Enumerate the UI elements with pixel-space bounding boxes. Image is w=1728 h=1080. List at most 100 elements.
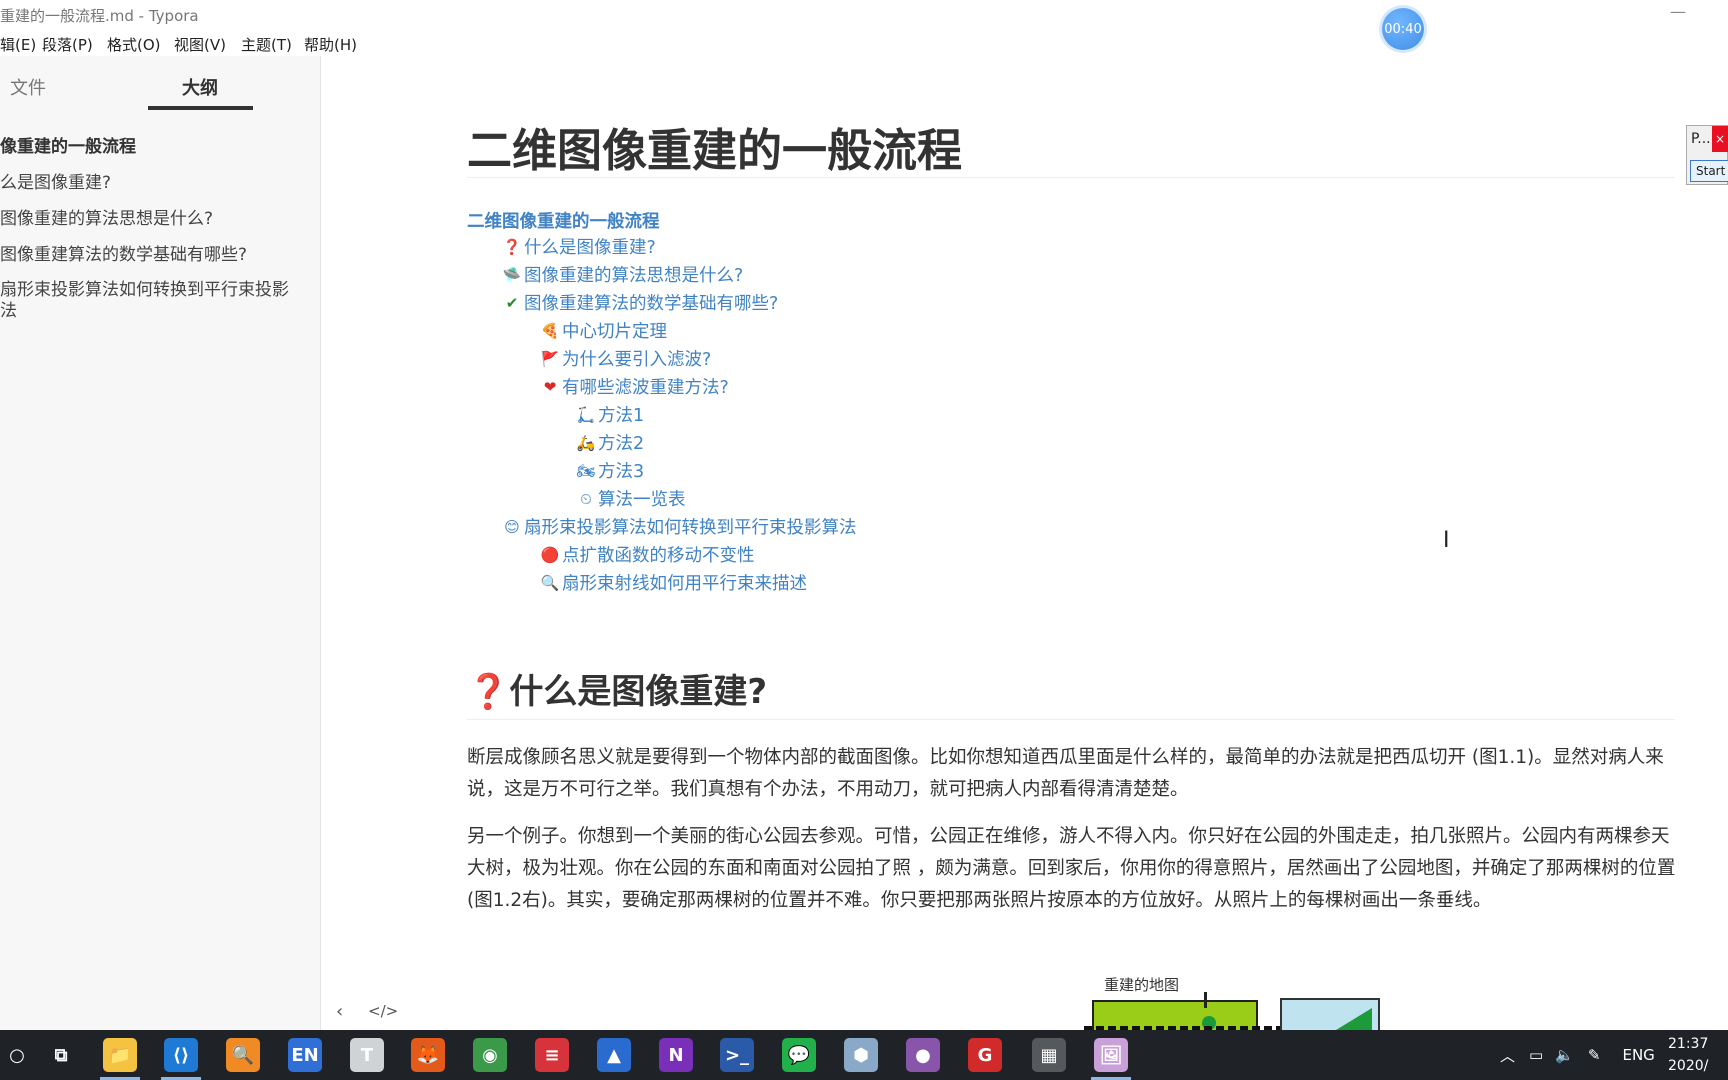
toc-link[interactable]: 🚩 为什么要引入滤波? — [540, 346, 712, 371]
outline-item[interactable]: 像重建的一般流程 — [0, 132, 136, 157]
onenote-icon[interactable]: N — [659, 1038, 693, 1072]
toc-link-text: 二维图像重建的一般流程 — [467, 212, 660, 232]
section-divider — [467, 719, 1675, 720]
motor-scooter-icon: 🛵 — [576, 433, 596, 452]
vscode-icon[interactable]: ⟨⟩ — [164, 1038, 198, 1072]
menu-help[interactable]: 帮助(H) — [304, 34, 357, 55]
paragraph: 另一个例子。你想到一个美丽的街心公园去参观。可惜，公园正在维修，游人不得入内。你… — [467, 826, 1676, 911]
tab-outline[interactable]: 大纲 — [182, 74, 218, 100]
active-tab-indicator — [148, 106, 253, 110]
language-indicator[interactable]: ENG — [1622, 1046, 1654, 1064]
paragraph: 断层成像顾名思义就是要得到一个物体内部的截面图像。比如你想知道西瓜里面是什么样的… — [467, 747, 1664, 800]
toc-link-text: 方法2 — [598, 434, 645, 454]
cube-app-icon[interactable]: ⬢ — [844, 1038, 878, 1072]
menu-bar: 辑(E) 段落(P) 格式(O) 视图(V) 主题(T) 帮助(H) — [0, 30, 1728, 56]
menu-view[interactable]: 视图(V) — [174, 34, 226, 55]
reconstructed-map-figure — [1084, 992, 1284, 1030]
question-mark-icon: ❓ — [467, 672, 510, 712]
pen-icon[interactable]: ✎ — [1588, 1046, 1601, 1064]
flying-saucer-icon: 🛸 — [502, 265, 522, 284]
outline-item[interactable]: 图像重建的算法思想是什么? — [0, 204, 213, 229]
pizza-icon: 🍕 — [540, 321, 560, 340]
source-mode-toggle[interactable]: </> — [368, 1002, 398, 1020]
toc-link-text: 算法一览表 — [598, 490, 686, 510]
toc-link[interactable]: ✔ 图像重建算法的数学基础有哪些? — [502, 290, 779, 315]
outline-item[interactable]: 扇形束投影算法如何转换到平行束投影 — [0, 275, 289, 300]
toc-link-text: 中心切片定理 — [562, 322, 667, 342]
menu-theme[interactable]: 主题(T) — [241, 34, 292, 55]
toc-link[interactable]: 🛸 图像重建的算法思想是什么? — [502, 262, 744, 287]
menu-edit[interactable]: 辑(E) — [0, 34, 36, 55]
magnifier-icon: 🔍 — [540, 573, 560, 592]
photos-icon[interactable]: 🖼 — [1094, 1038, 1128, 1072]
toc-link-text: 图像重建的算法思想是什么? — [524, 266, 744, 286]
motorcycle-icon: 🏍 — [576, 461, 596, 480]
outline-item[interactable]: 图像重建算法的数学基础有哪些? — [0, 240, 247, 265]
clock-time: 21:37 — [1668, 1036, 1709, 1052]
menu-format[interactable]: 格式(O) — [107, 34, 161, 55]
heart-icon: ❤ — [543, 377, 557, 396]
matlab-icon[interactable]: ▲ — [597, 1038, 631, 1072]
photo-figure — [1280, 998, 1380, 1030]
map-marker — [1204, 992, 1207, 1008]
powershell-icon[interactable]: >_ — [720, 1038, 754, 1072]
floating-panel: P... × Start — [1686, 125, 1728, 185]
file-explorer-icon[interactable]: 📁 — [103, 1038, 137, 1072]
tree-silhouette — [1336, 1008, 1372, 1030]
en-dict-icon[interactable]: EN — [288, 1038, 322, 1072]
volume-icon[interactable]: 🔈 — [1555, 1046, 1574, 1064]
scooter-icon: 🛴 — [576, 405, 596, 424]
toc-link[interactable]: 二维图像重建的一般流程 — [467, 208, 660, 233]
toc-link[interactable]: 🔴 点扩散函数的移动不变性 — [540, 542, 755, 567]
stack-app-icon[interactable]: ≡ — [535, 1038, 569, 1072]
sidebar: 文件 大纲 像重建的一般流程 么是图像重建? 图像重建的算法思想是什么? 图像重… — [0, 56, 321, 1030]
menu-paragraph[interactable]: 段落(P) — [42, 34, 93, 55]
task-view-icon[interactable]: ⧉ — [44, 1038, 78, 1072]
outline-item[interactable]: 么是图像重建? — [0, 168, 111, 193]
toc-link-text: 为什么要引入滤波? — [562, 350, 712, 370]
window-title: 重建的一般流程.md - Typora — [0, 7, 199, 25]
toc-link[interactable]: ❤ 有哪些滤波重建方法? — [540, 374, 729, 399]
typora-icon[interactable]: T — [350, 1038, 384, 1072]
firefox-icon[interactable]: 🦊 — [411, 1038, 445, 1072]
search-tool-icon[interactable]: 🔍 — [226, 1038, 260, 1072]
toc-link-text: 点扩散函数的移动不变性 — [562, 546, 755, 566]
red-app-icon[interactable]: G — [968, 1038, 1002, 1072]
toc-link[interactable]: 😊 扇形束投影算法如何转换到平行束投影算法 — [502, 514, 857, 539]
minimize-button[interactable]: — — [1670, 2, 1686, 21]
toc-link[interactable]: ⏲ 算法一览表 — [576, 486, 686, 511]
toc-link[interactable]: 🔍 扇形束射线如何用平行束来描述 — [540, 570, 807, 595]
chrome-icon[interactable]: ◉ — [473, 1038, 507, 1072]
toc-link[interactable]: ❓ 什么是图像重建? — [502, 234, 656, 259]
text-cursor-icon: I — [1443, 528, 1450, 553]
clock[interactable]: 21:37 2020/ — [1668, 1033, 1728, 1077]
toc-link[interactable]: 🍕 中心切片定理 — [540, 318, 667, 343]
github-icon[interactable]: ● — [906, 1038, 940, 1072]
taskbar: ○ ⧉ 📁 ⟨⟩ 🔍 EN T 🦊 ◉ ≡ ▲ N >_ 💬 ⬢ ● G ▦ 🖼 ︿ ▭ 🔈 ✎ ENG 21:37… — [0, 1030, 1728, 1080]
panel-label: P... — [1691, 131, 1711, 147]
toc-link[interactable]: 🛴 方法1 — [576, 402, 644, 427]
recording-timer[interactable]: 00:40 — [1382, 8, 1424, 50]
toc-link-text: 扇形束投影算法如何转换到平行束投影算法 — [524, 518, 857, 538]
outline-item-continued[interactable]: 法 — [0, 296, 17, 321]
prev-arrow-icon[interactable]: ‹ — [336, 1001, 343, 1022]
toc-link[interactable]: 🏍 方法3 — [576, 458, 644, 483]
cortana-icon[interactable]: ○ — [0, 1038, 34, 1072]
check-mark-icon: ✔ — [505, 293, 519, 312]
document-title: 二维图像重建的一般流程 — [467, 124, 963, 177]
toc-link[interactable]: 🛵 方法2 — [576, 430, 644, 455]
title-bar: 重建的一般流程.md - Typora — — [0, 0, 1728, 30]
calculator-icon[interactable]: ▦ — [1032, 1038, 1066, 1072]
chevron-up-icon[interactable]: ︿ — [1500, 1045, 1515, 1066]
section-heading: ❓什么是图像重建? — [467, 664, 767, 713]
toc-link-text: 方法1 — [598, 406, 645, 426]
tab-files[interactable]: 文件 — [10, 74, 46, 100]
wechat-icon[interactable]: 💬 — [782, 1038, 816, 1072]
close-button[interactable]: × — [1712, 126, 1728, 152]
editor-content[interactable]: 二维图像重建的一般流程 二维图像重建的一般流程 ❓ 什么是图像重建? 🛸 图像重建的… — [322, 56, 1728, 1030]
toc-link-text: 扇形束射线如何用平行束来描述 — [562, 574, 807, 594]
toc-link-text: 图像重建算法的数学基础有哪些? — [524, 294, 779, 314]
battery-icon[interactable]: ▭ — [1529, 1046, 1543, 1064]
start-button[interactable]: Start — [1690, 160, 1728, 182]
system-tray: ︿ ▭ 🔈 ✎ ENG — [1500, 1030, 1655, 1080]
